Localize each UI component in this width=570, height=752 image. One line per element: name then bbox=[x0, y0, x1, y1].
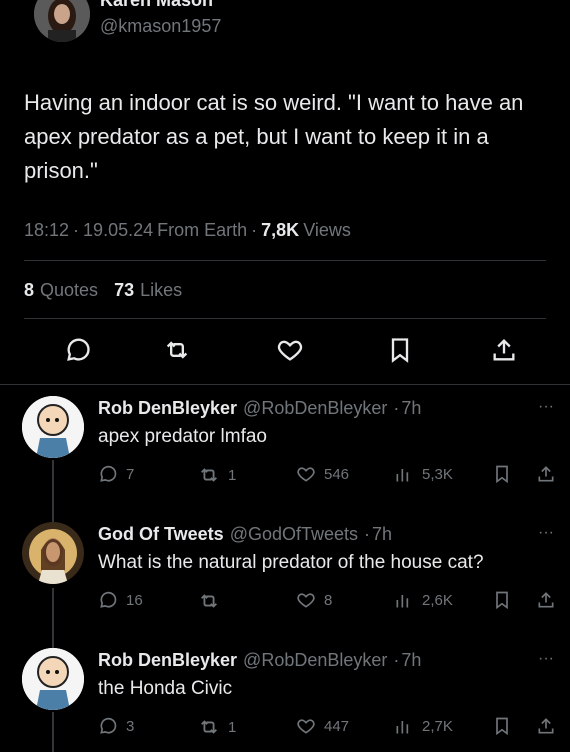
reply-handle[interactable]: @RobDenBleyker bbox=[243, 650, 387, 671]
reply-age: 7h bbox=[401, 398, 422, 418]
reply-retweet-button[interactable] bbox=[198, 590, 228, 612]
reply-views-button[interactable]: 2,7K bbox=[394, 716, 453, 736]
views-icon bbox=[396, 595, 409, 608]
reply-age: 7h bbox=[372, 524, 393, 544]
tweet-stats: 8 Quotes 73 Likes bbox=[24, 280, 182, 301]
more-icon[interactable]: ··· bbox=[538, 398, 554, 416]
reply-like-button[interactable]: 447 bbox=[296, 716, 349, 736]
tweet-text: Having an indoor cat is so weird. "I wan… bbox=[24, 90, 524, 183]
heart-icon bbox=[297, 593, 315, 608]
reply-retweet-button[interactable]: 1 bbox=[198, 716, 236, 738]
reply-comment-button[interactable]: 7 bbox=[98, 464, 134, 484]
reply-like-count: 8 bbox=[324, 591, 333, 609]
reply-views-count: 5,3K bbox=[422, 465, 453, 483]
reply-views-button[interactable]: 5,3K bbox=[394, 464, 453, 484]
reply-views-button[interactable]: 2,6K bbox=[394, 590, 453, 610]
reply-author-name[interactable]: Rob DenBleyker bbox=[98, 650, 237, 671]
views-icon bbox=[396, 721, 409, 734]
bookmark-icon[interactable] bbox=[492, 590, 512, 610]
thread-line bbox=[52, 712, 54, 752]
bookmark-icon[interactable] bbox=[492, 716, 512, 736]
reply-views-count: 2,7K bbox=[422, 717, 453, 735]
reply-retweet-count: 1 bbox=[228, 718, 237, 736]
reply-views-count: 2,6K bbox=[422, 591, 453, 609]
share-icon[interactable] bbox=[536, 590, 556, 610]
heart-icon bbox=[297, 467, 315, 482]
divider bbox=[24, 318, 546, 319]
reply-comment-button[interactable]: 16 bbox=[98, 590, 143, 610]
reply-header: God Of Tweets @GodOfTweets · 7h bbox=[98, 524, 393, 545]
share-icon[interactable] bbox=[536, 464, 556, 484]
views-icon bbox=[396, 469, 409, 482]
heart-icon[interactable] bbox=[276, 336, 304, 364]
reply-comment-button[interactable]: 3 bbox=[98, 716, 134, 736]
tweet-source: From Earth bbox=[157, 220, 248, 240]
reply-comment-count: 7 bbox=[126, 465, 135, 483]
reply-comment-count: 3 bbox=[126, 717, 135, 735]
heart-icon bbox=[297, 719, 315, 734]
reply-header: Rob DenBleyker @RobDenBleyker · 7h bbox=[98, 398, 422, 419]
tweet-meta: 18:12 · 19.05.24 From Earth · 7,8K Views bbox=[24, 220, 351, 240]
views-count: 7,8K bbox=[261, 220, 300, 240]
divider bbox=[0, 384, 570, 385]
reply-header: Rob DenBleyker @RobDenBleyker · 7h bbox=[98, 650, 422, 671]
reply-like-count: 447 bbox=[324, 717, 350, 735]
quotes-count[interactable]: 8 bbox=[24, 280, 34, 301]
reply-like-button[interactable]: 8 bbox=[296, 590, 332, 610]
reply-author-name[interactable]: Rob DenBleyker bbox=[98, 398, 237, 419]
author-name[interactable]: Karen Mason bbox=[100, 0, 213, 11]
reply-retweet-count: 1 bbox=[228, 466, 237, 484]
reply-text: the Honda Civic bbox=[98, 678, 233, 699]
reply-like-count: 546 bbox=[324, 465, 350, 483]
author-avatar[interactable] bbox=[34, 0, 90, 42]
more-icon[interactable]: ··· bbox=[538, 524, 554, 542]
comment-icon bbox=[100, 591, 117, 608]
quotes-label[interactable]: Quotes bbox=[40, 280, 98, 301]
reply-text: apex predator lmfao bbox=[98, 426, 267, 447]
tweet-date: 19.05.24 bbox=[83, 220, 154, 240]
reply-avatar[interactable] bbox=[22, 396, 84, 458]
thread-line bbox=[52, 588, 54, 648]
views-label: Views bbox=[303, 220, 351, 240]
reply-retweet-button[interactable]: 1 bbox=[198, 464, 236, 486]
comment-icon bbox=[100, 465, 117, 482]
more-icon[interactable]: ··· bbox=[538, 650, 554, 668]
reply-like-button[interactable]: 546 bbox=[296, 464, 349, 484]
bookmark-icon[interactable] bbox=[386, 336, 414, 364]
more-icon[interactable]: ··· bbox=[538, 0, 559, 7]
reply-handle[interactable]: @RobDenBleyker bbox=[243, 398, 387, 419]
retweet-icon bbox=[201, 594, 217, 608]
retweet-icon bbox=[201, 720, 217, 734]
share-icon[interactable] bbox=[536, 716, 556, 736]
reply-avatar[interactable] bbox=[22, 648, 84, 710]
author-handle[interactable]: @kmason1957 bbox=[100, 16, 221, 37]
thread-line bbox=[52, 460, 54, 530]
reply-text: What is the natural predator of the hous… bbox=[98, 552, 484, 573]
reply-comment-count: 16 bbox=[126, 591, 143, 609]
likes-count[interactable]: 73 bbox=[114, 280, 134, 301]
reply-age: 7h bbox=[401, 650, 422, 670]
retweet-icon bbox=[201, 468, 217, 482]
likes-label[interactable]: Likes bbox=[140, 280, 182, 301]
retweet-icon[interactable] bbox=[163, 336, 191, 364]
bookmark-icon[interactable] bbox=[492, 464, 512, 484]
reply-handle[interactable]: @GodOfTweets bbox=[230, 524, 358, 545]
share-icon[interactable] bbox=[490, 336, 518, 364]
tweet-time: 18:12 bbox=[24, 220, 70, 240]
comment-icon[interactable] bbox=[64, 336, 92, 364]
reply-author-name[interactable]: God Of Tweets bbox=[98, 524, 224, 545]
divider bbox=[24, 260, 546, 261]
comment-icon bbox=[100, 717, 117, 734]
reply-avatar[interactable] bbox=[22, 522, 84, 584]
